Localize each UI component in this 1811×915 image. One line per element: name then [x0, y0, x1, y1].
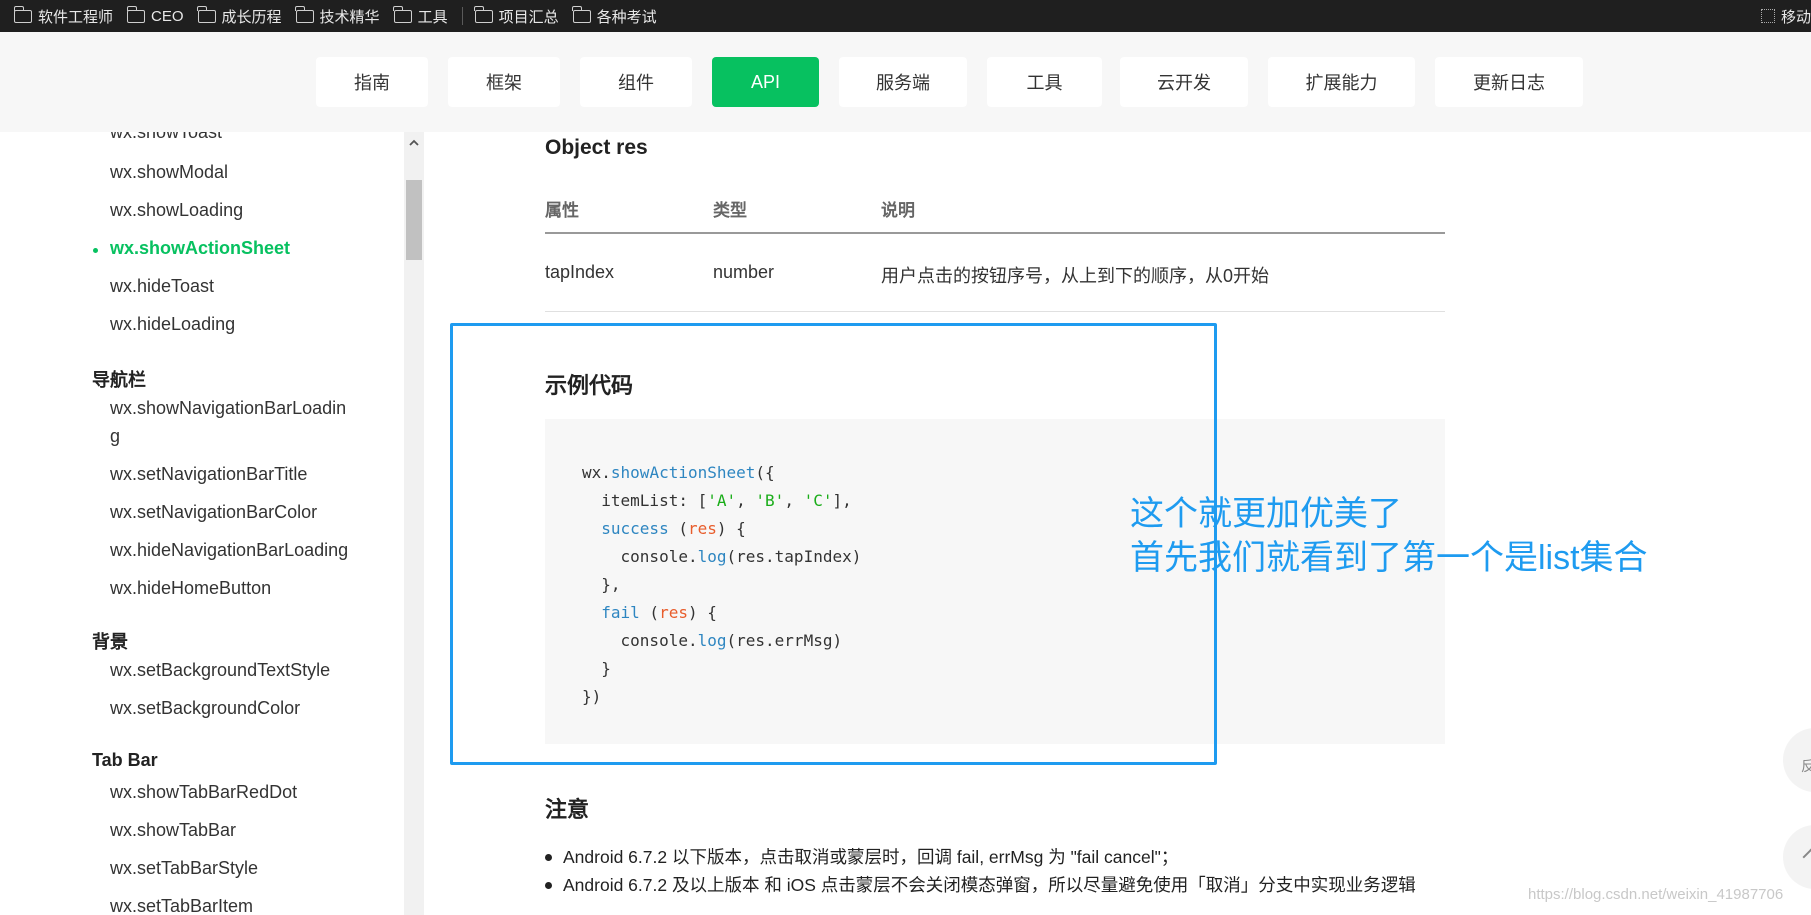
sidebar-item-set-bg-text-style[interactable]: wx.setBackgroundTextStyle	[110, 660, 330, 681]
folder-icon	[197, 5, 216, 23]
bullet-icon	[545, 882, 552, 889]
bookmark-folder[interactable]: 各种考试	[572, 5, 657, 27]
tab-extensions[interactable]: 扩展能力	[1268, 57, 1415, 107]
table-header-description: 说明	[881, 201, 915, 220]
sidebar-item-show-action-sheet[interactable]: wx.showActionSheet	[110, 238, 290, 259]
sidebar-section-navbar: 导航栏	[92, 370, 146, 390]
sidebar-item-set-bg-color[interactable]: wx.setBackgroundColor	[110, 698, 300, 719]
active-indicator-dot	[93, 248, 98, 253]
bookmark-label: 技术精华	[319, 8, 380, 26]
sidebar-section-tabbar: Tab Bar	[92, 750, 158, 770]
table-cell-property: tapIndex	[545, 262, 615, 282]
notes-heading: 注意	[545, 797, 590, 822]
back-to-top-button[interactable]	[1783, 825, 1811, 889]
bookmark-separator	[461, 7, 463, 25]
note-item: Android 6.7.2 以下版本，点击取消或蒙层时，回调 fail, err…	[563, 847, 1179, 867]
tab-server[interactable]: 服务端	[839, 57, 967, 107]
table-header-property: 属性	[545, 201, 579, 220]
scroll-up-arrow-icon[interactable]	[409, 138, 419, 148]
table-cell-type: number	[713, 262, 775, 282]
arrow-up-icon	[1802, 848, 1811, 866]
device-icon	[1760, 9, 1775, 23]
sidebar-item-show-toast[interactable]: wx.showToast	[110, 132, 222, 143]
sidebar-item-set-tabbar-item[interactable]: wx.setTabBarItem	[110, 896, 253, 915]
sidebar-section-background: 背景	[92, 632, 128, 652]
bookmark-label: 项目汇总	[498, 8, 559, 26]
object-res-heading: Object res	[545, 136, 648, 159]
table-divider	[545, 232, 1445, 234]
sidebar-item-hide-toast[interactable]: wx.hideToast	[110, 276, 214, 297]
bookmark-label: 各种考试	[596, 8, 657, 26]
tab-tools[interactable]: 工具	[987, 57, 1102, 107]
sidebar-item-set-tabbar-style[interactable]: wx.setTabBarStyle	[110, 858, 258, 879]
annotation-line-1: 这个就更加优美了	[1130, 495, 1402, 533]
annotation-highlight-box	[450, 323, 1217, 765]
sidebar-item-show-modal[interactable]: wx.showModal	[110, 162, 228, 183]
annotation-line-2: 首先我们就看到了第一个是list集合	[1130, 539, 1648, 577]
folder-icon	[126, 5, 146, 23]
watermark: https://blog.csdn.net/weixin_41987706	[1528, 886, 1784, 903]
folder-icon	[474, 5, 493, 23]
bookmark-folder[interactable]: 项目汇总	[474, 5, 559, 27]
tab-api[interactable]: API	[712, 57, 819, 107]
bookmark-label: 成长历程	[221, 8, 282, 26]
tab-components[interactable]: 组件	[580, 57, 692, 107]
bookmark-label: CEO	[151, 7, 184, 25]
table-divider	[545, 311, 1445, 312]
bookmark-label: 工具	[417, 8, 448, 26]
bookmark-label: 软件工程师	[38, 8, 114, 26]
sidebar-item-set-nav-color[interactable]: wx.setNavigationBarColor	[110, 502, 317, 523]
tab-framework[interactable]: 框架	[448, 57, 560, 107]
bookmark-folder[interactable]: 软件工程师	[13, 5, 114, 27]
folder-icon	[393, 5, 412, 23]
folder-icon	[572, 5, 591, 23]
bookmark-folder[interactable]: CEO	[126, 5, 184, 25]
sidebar-item-set-nav-title[interactable]: wx.setNavigationBarTitle	[110, 464, 307, 485]
sidebar-item-hide-loading[interactable]: wx.hideLoading	[110, 314, 235, 335]
bookmarks-bar: 软件工程师 CEO 成长历程 技术精华 工具 项目汇总 各种考试 移动	[0, 0, 1811, 32]
bookmark-folder[interactable]: 技术精华	[295, 5, 380, 27]
bookmark-folder[interactable]: 成长历程	[197, 5, 282, 27]
sidebar-item-show-nav-loading[interactable]: wx.showNavigationBarLoadin	[110, 398, 346, 419]
tab-changelog[interactable]: 更新日志	[1435, 57, 1583, 107]
sidebar-item-hide-nav-loading[interactable]: wx.hideNavigationBarLoading	[110, 540, 348, 561]
sidebar-scrollbar[interactable]	[404, 132, 424, 915]
mobile-bookmarks[interactable]: 移动	[1760, 0, 1811, 32]
sidebar-item-show-nav-loading-wrap[interactable]: g	[110, 426, 120, 447]
folder-icon	[13, 5, 32, 23]
folder-icon	[295, 5, 314, 23]
bookmark-folder[interactable]: 工具	[393, 5, 448, 27]
mobile-bookmarks-label: 移动	[1780, 8, 1811, 26]
sidebar-item-hide-home-button[interactable]: wx.hideHomeButton	[110, 578, 271, 599]
table-cell-description: 用户点击的按钮序号，从上到下的顺序，从0开始	[881, 266, 1270, 286]
sidebar-item-show-tabbar[interactable]: wx.showTabBar	[110, 820, 236, 841]
sidebar-item-show-tabbar-reddot[interactable]: wx.showTabBarRedDot	[110, 782, 297, 803]
tab-guide[interactable]: 指南	[316, 57, 428, 107]
top-nav: 指南 框架 组件 API 服务端 工具 云开发 扩展能力 更新日志	[0, 32, 1811, 132]
api-sidebar: wx.showToast wx.showModal wx.showLoading…	[72, 132, 424, 915]
scrollbar-thumb[interactable]	[406, 180, 422, 260]
table-header-type: 类型	[713, 201, 747, 220]
note-item: Android 6.7.2 及以上版本 和 iOS 点击蒙层不会关闭模态弹窗，所…	[563, 875, 1416, 895]
tab-cloud[interactable]: 云开发	[1120, 57, 1248, 107]
feedback-button[interactable]: 反	[1783, 728, 1811, 792]
feedback-label: 反	[1801, 758, 1811, 774]
bullet-icon	[545, 854, 552, 861]
sidebar-item-show-loading[interactable]: wx.showLoading	[110, 200, 243, 221]
